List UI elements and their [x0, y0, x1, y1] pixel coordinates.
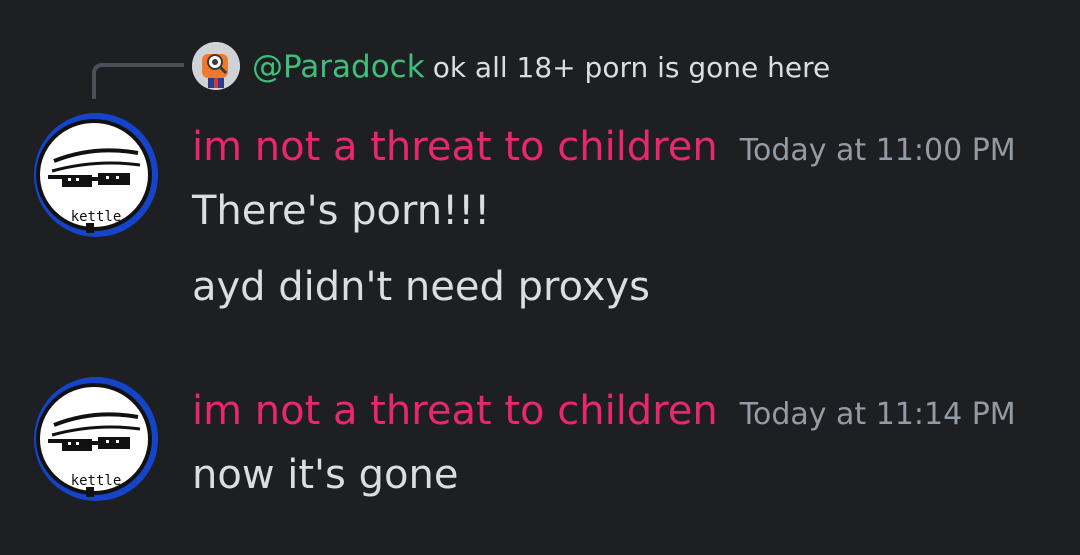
message-header: im not a threat to children Today at 11:0… [192, 119, 1016, 175]
message-author[interactable]: im not a threat to children [192, 124, 718, 170]
user-avatar[interactable]: kettle [34, 113, 158, 237]
avatar-label: kettle [70, 473, 122, 489]
user-avatar[interactable]: kettle [34, 377, 158, 501]
message-author[interactable]: im not a threat to children [192, 388, 718, 434]
message-header: im not a threat to children Today at 11:1… [192, 383, 1016, 439]
message-timestamp[interactable]: Today at 11:14 PM [740, 397, 1016, 432]
message-text: There's porn!!! [192, 188, 491, 234]
message-timestamp[interactable]: Today at 11:00 PM [740, 133, 1016, 168]
reply-avatar[interactable] [192, 42, 240, 90]
reply-preview[interactable]: @Paradock ok all 18+ porn is gone here [252, 46, 830, 88]
robot-avatar-icon [192, 42, 240, 90]
message-text: ayd didn't need proxys [192, 264, 650, 310]
reply-author[interactable]: @Paradock [252, 49, 425, 85]
reply-spine [92, 63, 184, 99]
message-text: now it's gone [192, 452, 459, 498]
reply-text: ok all 18+ porn is gone here [432, 51, 831, 84]
avatar-label: kettle [70, 209, 122, 225]
